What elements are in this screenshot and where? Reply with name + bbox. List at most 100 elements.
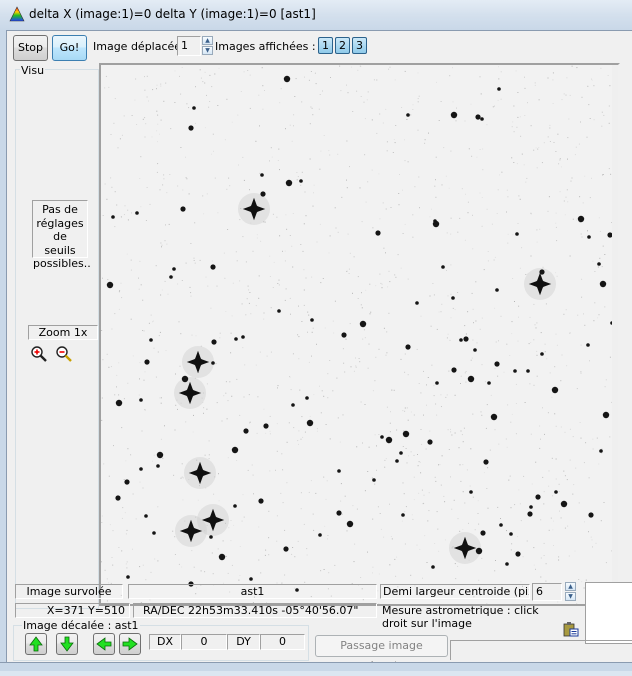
star xyxy=(505,562,509,566)
star xyxy=(459,338,463,342)
star xyxy=(277,309,281,313)
star xyxy=(375,230,380,235)
star xyxy=(535,494,540,499)
star xyxy=(451,112,457,118)
go-button[interactable]: Go! xyxy=(52,35,87,61)
progress-area xyxy=(450,640,632,660)
hovered-image-label: Image survolée xyxy=(15,584,123,599)
star xyxy=(480,117,484,121)
move-left-button[interactable] xyxy=(93,633,115,655)
star xyxy=(249,577,253,581)
star xyxy=(587,235,591,239)
bright-star xyxy=(449,532,481,564)
star xyxy=(211,339,216,344)
star xyxy=(480,530,485,535)
star xyxy=(427,439,432,444)
star xyxy=(188,125,193,130)
move-up-button[interactable] xyxy=(25,633,47,655)
hovered-image-value: ast1 xyxy=(128,584,377,599)
star xyxy=(260,191,265,196)
image-1-button[interactable]: 1 xyxy=(318,37,333,54)
spin-up-icon[interactable]: ▲ xyxy=(202,36,213,45)
star xyxy=(299,179,303,183)
star xyxy=(463,336,468,341)
bright-star xyxy=(184,457,216,489)
centroid-label: Demi largeur centroide (pixels) xyxy=(380,584,530,599)
star xyxy=(399,451,403,455)
star xyxy=(234,337,238,341)
star xyxy=(305,396,309,400)
move-down-button[interactable] xyxy=(56,633,78,655)
star xyxy=(115,495,120,500)
output-box[interactable] xyxy=(585,582,632,644)
clipboard-icon[interactable] xyxy=(563,621,579,637)
star xyxy=(347,521,353,527)
zoom-in-icon[interactable] xyxy=(30,345,48,363)
no-thresholds-text: Pas de réglages de seuils possibles.. xyxy=(32,200,88,258)
star xyxy=(233,504,237,508)
star-field-image[interactable] xyxy=(101,65,612,604)
dy-label: DY xyxy=(227,634,260,650)
bright-star xyxy=(174,377,206,409)
star xyxy=(380,435,384,439)
star xyxy=(172,267,176,271)
offset-panel-title: Image décalée : ast1 xyxy=(22,619,140,632)
star xyxy=(169,275,173,279)
star xyxy=(284,76,290,82)
star xyxy=(192,106,196,110)
star xyxy=(144,359,149,364)
centroid-spinner[interactable]: ▲ ▼ xyxy=(565,582,576,602)
move-right-button[interactable] xyxy=(119,633,141,655)
zoom-out-icon[interactable] xyxy=(55,345,73,363)
bright-star xyxy=(238,193,270,225)
star xyxy=(495,288,499,292)
star xyxy=(515,232,519,236)
star xyxy=(431,565,435,569)
star xyxy=(476,548,482,554)
moved-image-spinner[interactable]: ▲ ▼ xyxy=(202,36,213,56)
star xyxy=(554,490,558,494)
star xyxy=(491,414,497,420)
star xyxy=(139,398,143,402)
image-2-button[interactable]: 2 xyxy=(335,37,350,54)
star xyxy=(603,412,609,418)
dx-value: 0 xyxy=(181,634,227,650)
image-3-button[interactable]: 3 xyxy=(352,37,367,54)
arrow-right-icon xyxy=(120,634,140,654)
displayed-images-label: Images affichées : xyxy=(215,40,316,53)
star xyxy=(403,431,409,437)
next-image-button[interactable]: Passage image suivante xyxy=(315,635,448,657)
dy-value: 0 xyxy=(260,634,305,650)
centroid-input[interactable]: 6 xyxy=(532,583,562,601)
star xyxy=(283,546,288,551)
spin-down-icon[interactable]: ▼ xyxy=(565,592,576,601)
star xyxy=(126,575,130,579)
star xyxy=(497,87,501,91)
moved-image-input[interactable]: 1 xyxy=(177,36,201,56)
star xyxy=(435,381,439,385)
star xyxy=(180,206,185,211)
star xyxy=(539,269,544,274)
star xyxy=(561,501,567,507)
visu-panel-title: Visu xyxy=(20,64,45,77)
star xyxy=(526,369,530,373)
main-window: Stop Go! Image déplacée : 1 ▲ ▼ Images a… xyxy=(6,30,632,663)
moved-image-label: Image déplacée : xyxy=(93,40,188,53)
stop-button[interactable]: Stop xyxy=(13,35,48,61)
rainbow-triangle-icon xyxy=(9,6,25,22)
title-bar: delta X (image:1)=0 delta Y (image:1)=0 … xyxy=(0,0,632,30)
star xyxy=(468,376,474,382)
star xyxy=(578,216,584,222)
star xyxy=(241,335,245,339)
star xyxy=(527,511,532,516)
star xyxy=(149,338,153,342)
arrow-up-icon xyxy=(26,634,46,654)
spin-up-icon[interactable]: ▲ xyxy=(565,582,576,591)
spin-down-icon[interactable]: ▼ xyxy=(202,46,213,55)
star xyxy=(144,514,148,518)
star xyxy=(209,535,213,539)
zoom-level-label: Zoom 1x xyxy=(28,325,98,340)
image-viewer[interactable] xyxy=(99,63,620,606)
arrow-down-icon xyxy=(57,634,77,654)
star xyxy=(152,531,156,535)
